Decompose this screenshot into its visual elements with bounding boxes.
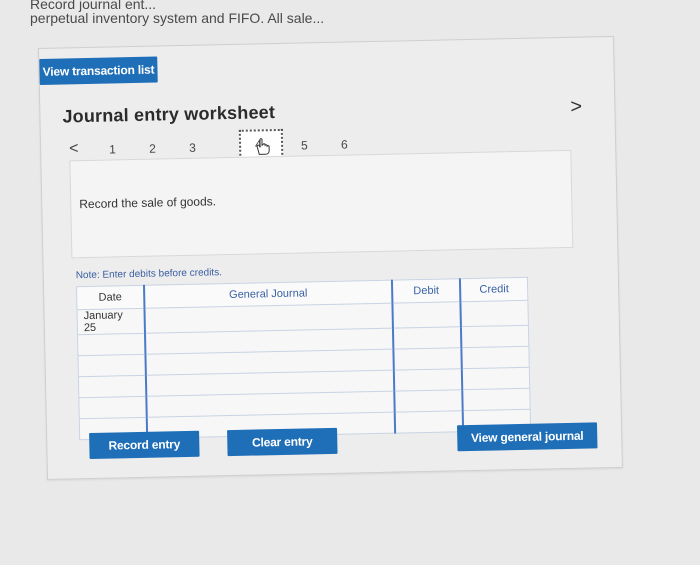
date-cell[interactable]: January 25 [76, 308, 145, 335]
credit-cell[interactable] [462, 388, 531, 411]
debit-cell[interactable] [393, 347, 462, 371]
date-cell[interactable] [77, 333, 146, 356]
credit-cell[interactable] [460, 325, 529, 348]
view-general-journal-button[interactable]: View general journal [456, 422, 598, 452]
record-entry-button[interactable]: Record entry [89, 430, 200, 460]
date-cell[interactable] [78, 375, 147, 398]
debit-header: Debit [391, 278, 461, 304]
clear-entry-button[interactable]: Clear entry [227, 427, 338, 457]
date-cell[interactable] [77, 354, 146, 377]
credit-cell[interactable] [461, 367, 530, 390]
credit-header: Credit [459, 277, 528, 302]
debit-cell[interactable] [394, 389, 463, 413]
debit-cell[interactable] [392, 301, 461, 329]
date-header: Date [76, 285, 145, 310]
step-3[interactable]: 3 [189, 141, 196, 155]
hand-cursor-icon [256, 138, 270, 155]
step-5[interactable]: 5 [301, 138, 308, 152]
view-transaction-list-button[interactable]: View transaction list [39, 56, 158, 85]
journal-table: Date General Journal Debit Credit Januar… [75, 276, 532, 441]
date-cell[interactable] [78, 396, 147, 419]
prompt-text: Record the sale of goods. [79, 194, 217, 212]
prev-arrow-icon[interactable]: < [69, 140, 79, 158]
step-2[interactable]: 2 [149, 142, 156, 156]
step-1[interactable]: 1 [109, 142, 116, 156]
debit-cell[interactable] [393, 368, 463, 392]
prompt-box: Record the sale of goods. [69, 149, 574, 259]
step-6[interactable]: 6 [341, 138, 348, 152]
instructions-line-2: perpetual inventory system and FIFO. All… [30, 10, 325, 26]
worksheet-title: Journal entry worksheet [62, 102, 276, 127]
note-text: Note: Enter debits before credits. [75, 267, 223, 282]
credit-cell[interactable] [461, 346, 530, 369]
credit-cell[interactable] [460, 300, 529, 327]
next-arrow-icon[interactable]: > [570, 96, 582, 119]
debit-cell[interactable] [394, 410, 464, 434]
worksheet-panel: View transaction list Journal entry work… [38, 35, 623, 480]
debit-cell[interactable] [392, 326, 462, 350]
